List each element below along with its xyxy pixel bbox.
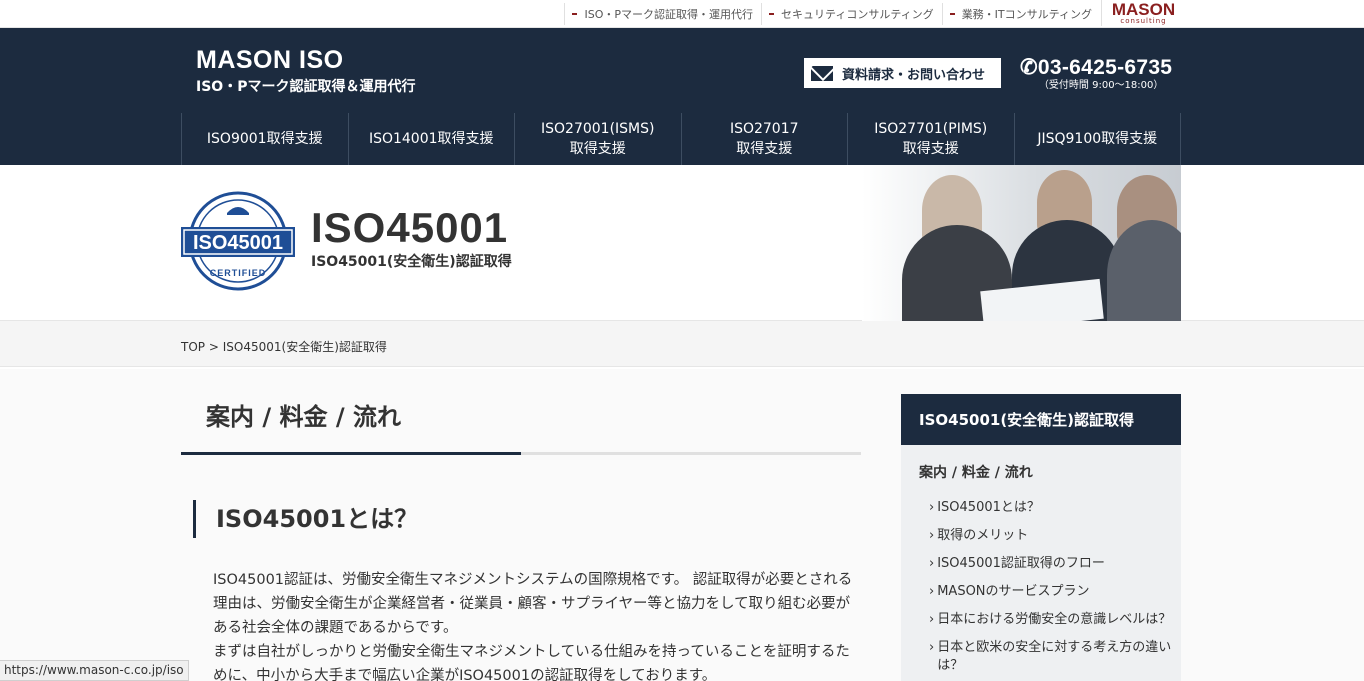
phone-number: 03-6425-6735	[1037, 56, 1173, 79]
content-paragraph: ISO45001認証は、労働安全衛生マネジメントシステムの国際規格です。 認証取…	[213, 572, 853, 636]
sidebar-item-label: ISO45001認証取得のフロー	[937, 556, 1105, 571]
utility-links: ISO・Pマーク認証取得・運用代行 セキュリティコンサルティング 業務・ITコン…	[564, 0, 1100, 28]
breadcrumb-separator: >	[208, 340, 219, 354]
top-utility-bar: ISO・Pマーク認証取得・運用代行 セキュリティコンサルティング 業務・ITコン…	[0, 0, 1364, 28]
hero-subtitle: ISO45001(安全衛生)認証取得	[311, 254, 512, 270]
contact-button[interactable]: 資料請求・お問い合わせ	[804, 58, 1001, 88]
nav-label: JISQ9100取得支援	[1037, 131, 1158, 147]
badge-text: ISO45001	[193, 232, 283, 254]
mason-logo-sub: consulting	[1120, 16, 1167, 25]
utility-link-label: 業務・ITコンサルティング	[961, 8, 1092, 21]
nav-label-sub: 取得支援	[902, 141, 959, 157]
phone-icon: ✆	[1020, 56, 1038, 79]
sidebar-list: › ISO45001とは？ › 取得のメリット › ISO45001認証取得のフロー …	[901, 491, 1181, 675]
bullet-icon	[949, 13, 955, 15]
chevron-right-icon: ›	[929, 500, 935, 515]
utility-link-it-consulting[interactable]: 業務・ITコンサルティング	[941, 3, 1100, 25]
nav-label: ISO27017	[729, 121, 799, 137]
nav-label: ISO9001取得支援	[206, 131, 323, 147]
phone-contact[interactable]: ✆03-6425-6735 （受付時間 9:00〜18:00）	[1020, 56, 1172, 92]
nav-label: ISO27701(PIMS)	[874, 121, 988, 137]
badge-sub-text: CERTIFIED	[210, 268, 267, 278]
utility-link-label: セキュリティコンサルティング	[781, 8, 934, 21]
sidebar-item-label: ISO45001とは？	[937, 500, 1040, 515]
chevron-right-icon: ›	[929, 556, 935, 571]
chevron-right-icon: ›	[929, 640, 935, 655]
site-header: MASON ISO ISO・Pマーク認証取得＆運用代行 資料請求・お問い合わせ …	[0, 28, 1364, 165]
contact-button-label: 資料請求・お問い合わせ	[842, 67, 986, 83]
nav-item-iso27001[interactable]: ISO27001(ISMS) 取得支援	[515, 113, 682, 165]
sidebar-item-awareness[interactable]: › 日本における労働安全の意識レベルは？	[929, 611, 1181, 629]
sidebar-item-flow[interactable]: › ISO45001認証取得のフロー	[929, 555, 1181, 573]
site-brand[interactable]: MASON ISO ISO・Pマーク認証取得＆運用代行	[196, 46, 415, 96]
bullet-icon	[769, 13, 774, 15]
page-hero: ISO45001 CERTIFIED ISO45001 ISO45001(安全衛…	[0, 165, 1364, 321]
nav-item-jisq9100[interactable]: JISQ9100取得支援	[1015, 113, 1181, 165]
sidebar-item-label: 日本における労働安全の意識レベルは？	[937, 612, 1172, 627]
sidebar-heading[interactable]: ISO45001(安全衛生)認証取得	[901, 394, 1181, 445]
mason-consulting-logo[interactable]: MASON consulting	[1101, 0, 1181, 26]
breadcrumb-home[interactable]: TOP	[181, 340, 205, 354]
breadcrumb-bar: TOP > ISO45001(安全衛生)認証取得	[0, 321, 1364, 367]
chevron-right-icon: ›	[929, 528, 935, 543]
content-body: ISO45001認証は、労働安全衛生マネジメントシステムの国際規格です。 認証取…	[213, 568, 861, 681]
nav-item-iso14001[interactable]: ISO14001取得支援	[349, 113, 515, 165]
main-area: 案内 / 料金 / 流れ ISO45001とは？ ISO45001認証は、労働安…	[0, 369, 1364, 681]
main-nav: ISO9001取得支援 ISO14001取得支援 ISO27001(ISMS) 取…	[181, 113, 1181, 165]
utility-link-label: ISO・Pマーク認証取得・運用代行	[584, 8, 753, 21]
content-paragraph: まずは自社がしっかりと労働安全衛生マネジメントしている仕組みを持っていることを証…	[213, 644, 850, 681]
sidebar-item-label: MASONのサービスプラン	[937, 584, 1090, 599]
chevron-right-icon: ›	[929, 612, 935, 627]
sidebar-item-label: 日本と欧米の安全に対する考え方の違いは？	[937, 640, 1172, 673]
nav-label-sub: 取得支援	[736, 141, 793, 157]
hero-title: ISO45001	[311, 204, 509, 251]
content-heading: ISO45001とは？	[193, 500, 861, 538]
brand-tagline: ISO・Pマーク認証取得＆運用代行	[196, 79, 416, 95]
nav-label: ISO27001(ISMS)	[541, 121, 655, 137]
section-title-underline	[181, 452, 861, 455]
nav-item-iso9001[interactable]: ISO9001取得支援	[182, 113, 349, 165]
chevron-right-icon: ›	[929, 584, 935, 599]
sidebar-item-differences[interactable]: › 日本と欧米の安全に対する考え方の違いは？	[929, 639, 1181, 675]
utility-link-iso-pmark[interactable]: ISO・Pマーク認証取得・運用代行	[564, 3, 761, 25]
hero-title-block: ISO45001 ISO45001(安全衛生)認証取得	[311, 205, 512, 271]
mail-icon	[811, 65, 833, 81]
nav-item-iso27017[interactable]: ISO27017 取得支援	[682, 113, 848, 165]
sidebar: ISO45001(安全衛生)認証取得 案内 / 料金 / 流れ › ISO4500…	[901, 394, 1181, 681]
main-content: 案内 / 料金 / 流れ ISO45001とは？ ISO45001認証は、労働安…	[181, 369, 861, 681]
iso45001-certified-badge-icon: ISO45001 CERTIFIED	[181, 191, 295, 291]
sidebar-item-merits[interactable]: › 取得のメリット	[929, 527, 1181, 545]
phone-hours: （受付時間 9:00〜18:00）	[1038, 80, 1164, 91]
breadcrumb: TOP > ISO45001(安全衛生)認証取得	[181, 338, 387, 355]
nav-label: ISO14001取得支援	[368, 131, 494, 147]
sidebar-subheading[interactable]: 案内 / 料金 / 流れ	[901, 445, 1181, 491]
business-meeting-photo	[862, 165, 1181, 321]
bullet-icon	[572, 13, 578, 15]
breadcrumb-current: ISO45001(安全衛生)認証取得	[222, 340, 387, 354]
nav-label-sub: 取得支援	[569, 141, 626, 157]
mason-logo-text: MASON	[1111, 0, 1176, 19]
nav-item-iso27701[interactable]: ISO27701(PIMS) 取得支援	[848, 113, 1015, 165]
brand-name: MASON ISO	[196, 46, 344, 74]
status-bar-url: https://www.mason-c.co.jp/iso	[0, 660, 189, 681]
sidebar-item-label: 取得のメリット	[937, 528, 1029, 543]
sidebar-item-service-plan[interactable]: › MASONのサービスプラン	[929, 583, 1181, 601]
section-title: 案内 / 料金 / 流れ	[206, 403, 401, 431]
sidebar-item-what-is[interactable]: › ISO45001とは？	[929, 499, 1181, 517]
utility-link-security[interactable]: セキュリティコンサルティング	[761, 3, 942, 25]
